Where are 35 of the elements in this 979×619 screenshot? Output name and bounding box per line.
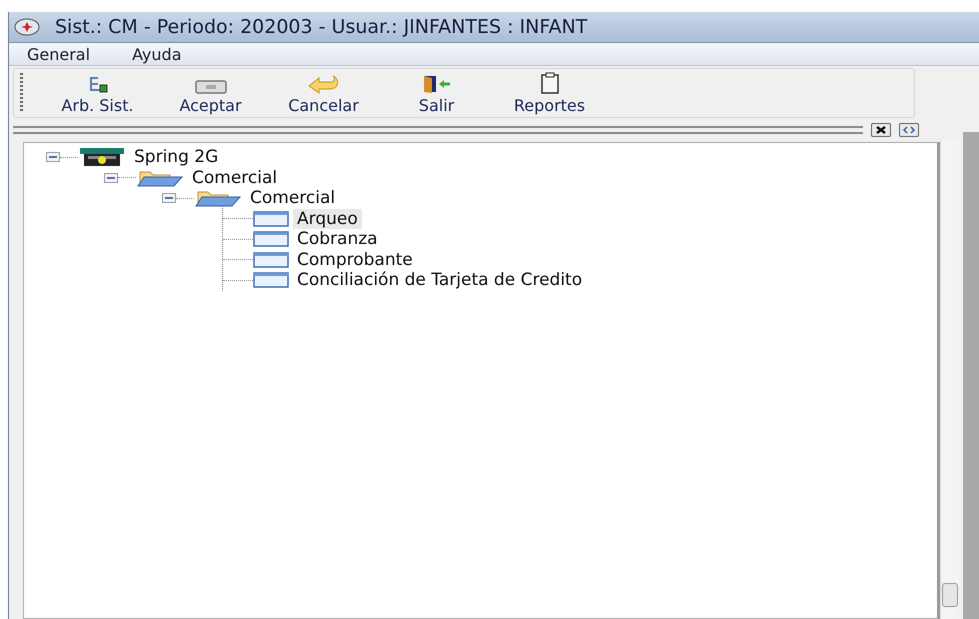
- tree-item[interactable]: Arqueo: [293, 208, 362, 229]
- tree-item[interactable]: Conciliación de Tarjeta de Credito: [293, 270, 586, 290]
- window-icon: [253, 252, 289, 268]
- restore-icon: [903, 126, 915, 134]
- restore-button[interactable]: [899, 123, 919, 137]
- clipboard-icon: [540, 72, 560, 94]
- machine-icon: [78, 147, 126, 168]
- tree-item[interactable]: Comercial: [188, 168, 282, 188]
- menu-item[interactable]: General: [27, 44, 90, 64]
- toolbar-button[interactable]: Salir: [380, 71, 493, 115]
- folder-icon: [194, 189, 242, 208]
- return-arrow-icon: [306, 74, 340, 94]
- app-icon: [13, 17, 41, 37]
- door-arrow-icon: [422, 74, 452, 94]
- toolbar-button[interactable]: Cancelar: [267, 71, 380, 115]
- toolbar-button[interactable]: Reportes: [493, 71, 606, 115]
- toolbar-button[interactable]: Arb. Sist.: [41, 71, 154, 115]
- folder-icon: [136, 168, 184, 187]
- close-icon: [875, 126, 887, 134]
- window-title: Sist.: CM - Periodo: 202003 - Usuar.: JINFANTES : INFANT: [55, 16, 588, 38]
- tree-item[interactable]: Spring 2G: [130, 147, 222, 168]
- window-icon: [253, 272, 289, 288]
- collapse-toggle[interactable]: [162, 193, 176, 204]
- toolbar-button[interactable]: Aceptar: [154, 71, 267, 115]
- menu-item[interactable]: Ayuda: [132, 44, 182, 64]
- collapse-toggle[interactable]: [104, 172, 118, 183]
- tree-item[interactable]: Cobranza: [293, 229, 382, 250]
- close-button[interactable]: [871, 123, 891, 137]
- collapse-toggle[interactable]: [46, 152, 60, 162]
- window-icon: [253, 210, 289, 227]
- tree-item[interactable]: Comprobante: [293, 250, 417, 270]
- splitter-bar[interactable]: [13, 126, 863, 134]
- window-icon: [253, 231, 289, 248]
- ok-button-icon: [194, 80, 226, 94]
- tree-item[interactable]: Comercial: [246, 188, 340, 208]
